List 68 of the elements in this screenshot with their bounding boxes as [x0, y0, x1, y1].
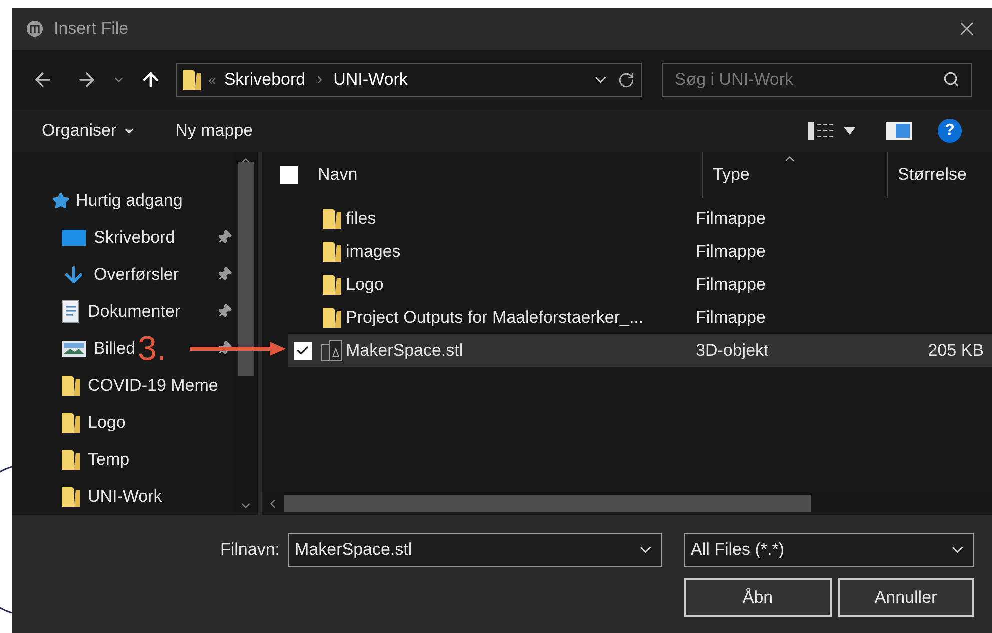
scrollbar-thumb[interactable] [284, 495, 811, 512]
sidebar-item[interactable]: UNI-Work [62, 484, 162, 509]
file-name: images [346, 240, 402, 263]
folder-icon [62, 374, 80, 396]
file-row[interactable]: MakerSpace.stl 3D-objekt 205 KB [288, 334, 992, 367]
sidebar-item[interactable]: Overførsler [62, 262, 179, 287]
model-file-icon [321, 340, 343, 362]
file-type: Filmappe [696, 274, 767, 296]
sidebar-item[interactable]: COVID-19 Meme [62, 373, 218, 398]
file-name: Project Outputs for Maaleforstaerker_... [346, 306, 645, 329]
path-segment[interactable]: Skrivebord [224, 67, 306, 93]
select-all-checkbox[interactable] [280, 166, 298, 184]
folder-icon [323, 306, 341, 328]
sidebar-item[interactable]: Hurtig adgang [52, 188, 183, 213]
row-checkbox[interactable] [294, 342, 312, 360]
picture-icon [62, 340, 86, 358]
folder-icon [62, 448, 80, 470]
filename-label: Filnavn: [219, 539, 281, 562]
file-type-dropdown[interactable]: All Files (*.*) [684, 533, 974, 567]
help-button[interactable]: ? [938, 119, 962, 143]
file-name: files [346, 208, 378, 230]
search-icon [943, 71, 960, 88]
sidebar-item[interactable]: Billed [62, 336, 136, 361]
window-title: Insert File [54, 18, 129, 40]
folder-icon [182, 69, 201, 91]
view-options-icon[interactable] [808, 122, 834, 140]
file-size: 205 KB [927, 340, 985, 362]
address-bar[interactable]: « Skrivebord UNI-Work [176, 63, 642, 97]
file-type: 3D-objekt [696, 340, 770, 362]
cancel-button[interactable]: Annuller [838, 578, 974, 617]
scrollbar-thumb[interactable] [238, 162, 254, 376]
sidebar-item[interactable]: Temp [62, 447, 130, 472]
sidebar-item[interactable]: Dokumenter [62, 299, 181, 324]
document-icon [62, 300, 80, 324]
star-icon [52, 192, 70, 210]
refresh-icon[interactable] [618, 72, 635, 88]
open-button[interactable]: Åbn [684, 578, 832, 617]
file-type: Filmappe [696, 240, 767, 263]
file-type: Filmappe [696, 208, 767, 230]
file-row[interactable]: images Filmappe [288, 235, 992, 268]
column-header[interactable]: Størrelse [888, 152, 992, 198]
desktop-icon [62, 228, 86, 246]
folder-icon [62, 412, 80, 434]
column-header[interactable]: Navn [298, 152, 703, 198]
path-segment[interactable]: UNI-Work [334, 67, 408, 93]
file-name: MakerSpace.stl [346, 340, 464, 362]
folder-icon [323, 240, 341, 262]
sidebar-item[interactable]: Skrivebord [62, 225, 176, 250]
organise-menu-button[interactable]: Organiser [42, 118, 136, 144]
dropdown-icon[interactable] [844, 127, 856, 135]
file-row[interactable]: files Filmappe [288, 202, 992, 235]
checkmark-icon [296, 344, 310, 358]
file-row[interactable]: Project Outputs for Maaleforstaerker_... Filmappe [288, 301, 992, 334]
folder-icon [62, 486, 80, 508]
folder-icon [323, 274, 341, 296]
path-overflow[interactable]: « [208, 70, 216, 90]
file-row[interactable]: Logo Filmappe [288, 268, 992, 301]
app-logo-icon [26, 20, 44, 38]
file-name: Logo [346, 274, 385, 296]
step-number-annotation: 3. [138, 332, 166, 366]
file-type: Filmappe [696, 306, 767, 329]
preview-pane-icon[interactable] [886, 122, 912, 140]
filename-combobox[interactable]: MakerSpace.stl [288, 533, 662, 567]
column-header[interactable]: Type [703, 152, 888, 198]
folder-icon [323, 208, 341, 230]
new-folder-button[interactable]: Ny mappe [176, 118, 254, 144]
sidebar-item[interactable]: Logo [62, 410, 126, 435]
search-field[interactable]: Søg i UNI-Work [662, 63, 972, 97]
